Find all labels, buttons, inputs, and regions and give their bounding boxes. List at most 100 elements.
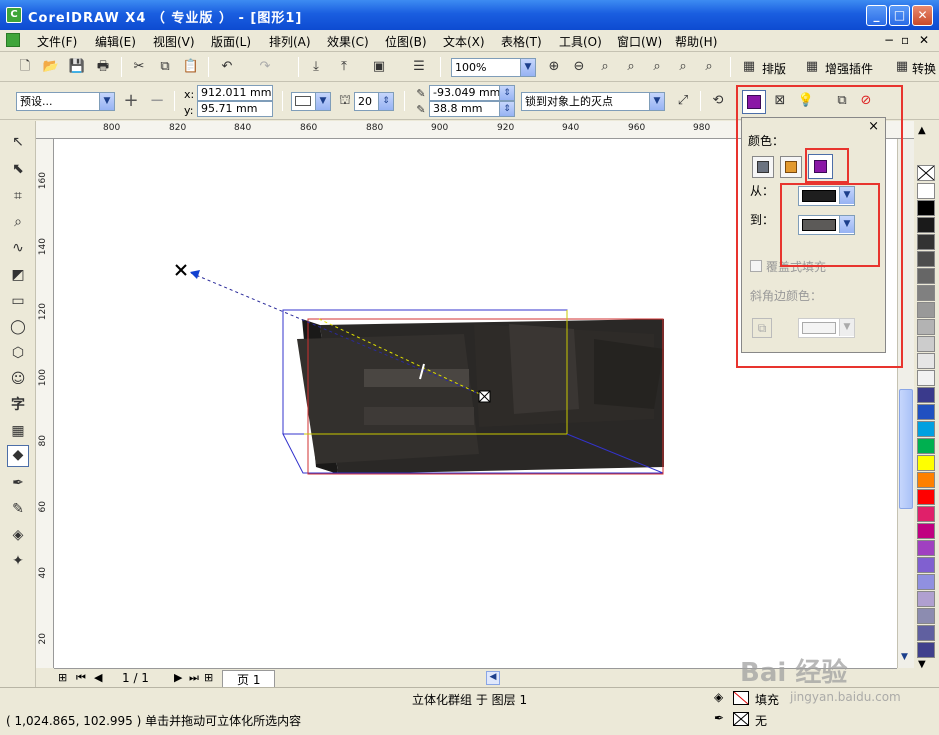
- fill-tool-icon[interactable]: ◈: [9, 526, 27, 544]
- color-swatch[interactable]: [917, 642, 935, 658]
- shape-tool-icon[interactable]: ⬉: [9, 160, 27, 178]
- basic-shapes-tool-icon[interactable]: ☺: [9, 370, 27, 388]
- paste-icon[interactable]: 📋: [182, 58, 200, 76]
- scroll-down-icon[interactable]: ▼: [901, 652, 908, 662]
- outline-none-swatch[interactable]: [733, 712, 749, 726]
- menu-view[interactable]: 视图(V): [153, 33, 195, 50]
- color-swatch[interactable]: [917, 438, 935, 454]
- no-color-swatch[interactable]: [917, 165, 935, 181]
- color-swatch[interactable]: [917, 387, 935, 403]
- maximize-button[interactable]: □: [889, 5, 910, 26]
- eyedropper-tool-icon[interactable]: ✒: [9, 474, 27, 492]
- export-icon[interactable]: ⤒: [335, 58, 353, 76]
- zoom-out-icon[interactable]: ⊖: [570, 58, 588, 76]
- zoom-width-icon[interactable]: ⌕: [674, 58, 692, 76]
- color-swatch[interactable]: [917, 574, 935, 590]
- color-swatch[interactable]: [917, 489, 935, 505]
- color-swatch[interactable]: [917, 421, 935, 437]
- welcome-screen-icon[interactable]: ☰: [410, 58, 428, 76]
- doc-close-button[interactable]: ✕: [919, 33, 929, 47]
- redo-icon[interactable]: ↷: [256, 58, 274, 76]
- palette-scroll-down-icon[interactable]: ▼: [918, 659, 926, 670]
- scrollbar-thumb[interactable]: [899, 389, 913, 509]
- doc-minimize-button[interactable]: −: [884, 33, 894, 47]
- print-icon[interactable]: 🖶: [94, 58, 112, 76]
- zoom-height-icon[interactable]: ⌕: [700, 58, 718, 76]
- menu-table[interactable]: 表格(T): [501, 33, 542, 50]
- color-swatch[interactable]: [917, 540, 935, 556]
- undo-icon[interactable]: ↶: [218, 58, 236, 76]
- extrude-tool-icon[interactable]: ◆: [7, 445, 29, 467]
- color-swatch[interactable]: [917, 217, 935, 233]
- close-button[interactable]: ✕: [912, 5, 933, 26]
- new-document-icon[interactable]: 🗋: [16, 58, 34, 76]
- save-icon[interactable]: 💾: [68, 58, 86, 76]
- chevron-down-icon[interactable]: ▼: [520, 59, 535, 76]
- color-swatch[interactable]: [917, 472, 935, 488]
- outline-tool-icon[interactable]: ✎: [9, 500, 27, 518]
- vanishing-point-y-field[interactable]: 38.8 mm ⇕: [429, 101, 515, 117]
- add-page-after-icon[interactable]: ⊞: [204, 671, 213, 684]
- color-swatch[interactable]: [917, 285, 935, 301]
- zoom-in-icon[interactable]: ⊕: [545, 58, 563, 76]
- menu-layout[interactable]: 版面(L): [211, 33, 251, 50]
- chevron-down-icon[interactable]: ▼: [99, 93, 114, 110]
- spinner-icon[interactable]: ⇕: [499, 86, 514, 100]
- application-launcher-icon[interactable]: ▣: [370, 58, 388, 76]
- spinner-icon[interactable]: ⇕: [378, 93, 393, 110]
- scroll-left-icon[interactable]: ◀: [486, 671, 500, 685]
- add-preset-icon[interactable]: +: [122, 92, 140, 110]
- menu-tools[interactable]: 工具(O): [559, 33, 602, 50]
- color-swatch[interactable]: [917, 523, 935, 539]
- color-swatch[interactable]: [917, 200, 935, 216]
- color-swatch[interactable]: [917, 302, 935, 318]
- page-tab[interactable]: 页 1: [222, 670, 276, 688]
- color-swatch[interactable]: [917, 370, 935, 386]
- extrusion-type-select[interactable]: ▼: [291, 92, 331, 111]
- crop-tool-icon[interactable]: ⌗: [9, 187, 27, 205]
- minimize-button[interactable]: _: [866, 5, 887, 26]
- zoom-all-icon[interactable]: ⌕: [622, 58, 640, 76]
- menu-text[interactable]: 文本(X): [443, 33, 485, 50]
- menu-bitmaps[interactable]: 位图(B): [385, 33, 427, 50]
- plugins-button[interactable]: 增强插件: [825, 60, 873, 77]
- color-swatch[interactable]: [917, 268, 935, 284]
- extrude-rotation-icon[interactable]: ⟲: [709, 92, 727, 110]
- depth-field[interactable]: 20 ⇕: [354, 92, 394, 111]
- doc-icon[interactable]: [6, 33, 20, 47]
- color-swatch[interactable]: [917, 336, 935, 352]
- color-swatch[interactable]: [917, 319, 935, 335]
- polygon-tool-icon[interactable]: ⬡: [9, 344, 27, 362]
- vp-properties-icon[interactable]: ⤢: [674, 92, 692, 110]
- x-position-field[interactable]: 912.011 mm: [197, 85, 273, 101]
- interactive-fill-tool-icon[interactable]: ✦: [9, 552, 27, 570]
- spinner-icon[interactable]: ⇕: [499, 102, 514, 116]
- color-swatch[interactable]: [917, 183, 935, 199]
- add-page-before-icon[interactable]: ⊞: [58, 671, 67, 684]
- color-swatch[interactable]: [917, 625, 935, 641]
- preset-select[interactable]: 预设... ▼: [16, 92, 115, 111]
- menu-effects[interactable]: 效果(C): [327, 33, 369, 50]
- table-tool-icon[interactable]: ▦: [9, 422, 27, 440]
- zoom-selected-icon[interactable]: ⌕: [596, 58, 614, 76]
- vanishing-point-lock-select[interactable]: 锁到对象上的灭点 ▼: [521, 92, 665, 111]
- menu-help[interactable]: 帮助(H): [675, 33, 717, 50]
- open-icon[interactable]: 📂: [42, 58, 60, 76]
- color-swatch[interactable]: [917, 506, 935, 522]
- palette-scroll-up-icon[interactable]: ▲: [918, 125, 926, 136]
- prev-page-icon[interactable]: ◀: [94, 671, 102, 684]
- pick-tool-icon[interactable]: ↖: [9, 133, 27, 151]
- vertical-ruler[interactable]: 160 140 120 100 80 60 40 20: [36, 139, 54, 668]
- menu-file[interactable]: 文件(F): [37, 33, 77, 50]
- remove-preset-icon[interactable]: −: [148, 92, 166, 110]
- next-page-icon[interactable]: ▶: [174, 671, 182, 684]
- cut-icon[interactable]: ✂: [130, 58, 148, 76]
- color-swatch[interactable]: [917, 591, 935, 607]
- color-swatch[interactable]: [917, 404, 935, 420]
- import-icon[interactable]: ⤓: [307, 58, 325, 76]
- zoom-tool-icon[interactable]: ⌕: [9, 213, 27, 231]
- vanishing-point-x-field[interactable]: -93.049 mm ⇕: [429, 85, 515, 101]
- smart-fill-tool-icon[interactable]: ◩: [9, 266, 27, 284]
- color-swatch[interactable]: [917, 557, 935, 573]
- menu-arrange[interactable]: 排列(A): [269, 33, 311, 50]
